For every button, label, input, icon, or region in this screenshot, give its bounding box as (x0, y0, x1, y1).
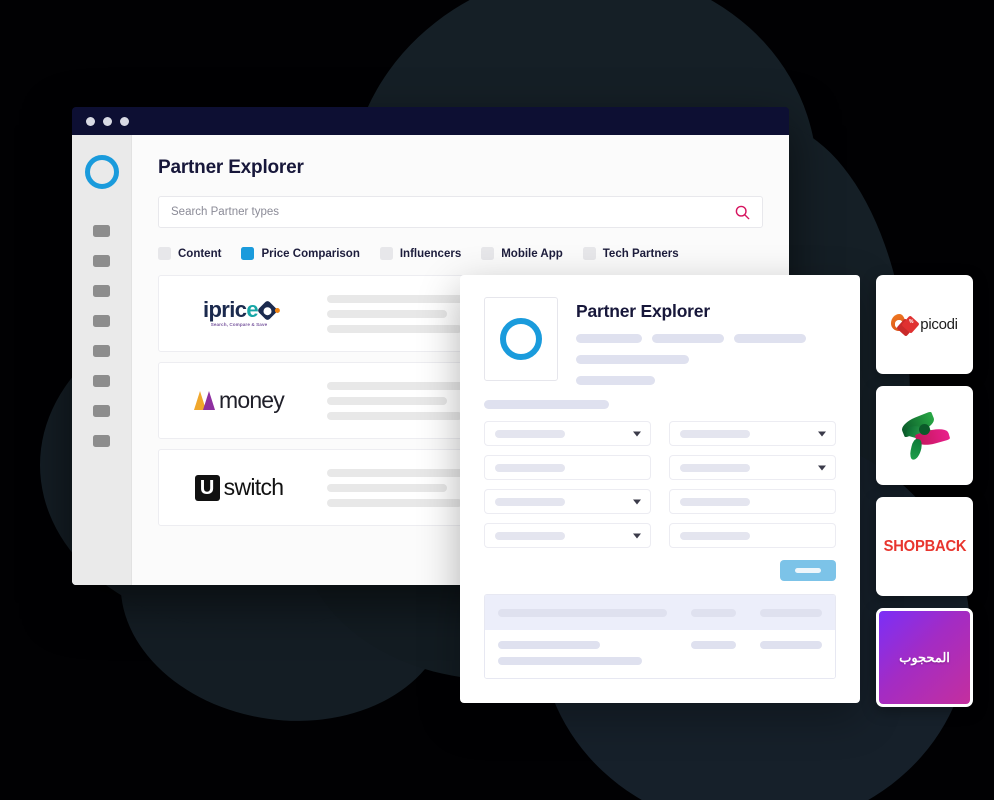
brand-ring-icon[interactable] (84, 155, 119, 189)
filter-price-comparison[interactable]: Price Comparison (241, 247, 360, 260)
uswitch-logo: U switch (179, 474, 299, 501)
iprice-tag-icon (256, 299, 281, 321)
checkbox-mobile-app[interactable] (481, 247, 495, 260)
form-input-6[interactable] (669, 489, 836, 514)
money-mark-icon (193, 391, 216, 410)
modal-header-text: Partner Explorer (576, 297, 836, 385)
partner-logo-cards: picodi SHOPBACK المحجوب (876, 275, 973, 707)
filter-label-content: Content (178, 247, 222, 260)
sidebar-item-6[interactable] (93, 375, 110, 387)
sidebar-item-8[interactable] (93, 435, 110, 447)
sidebar-item-5[interactable] (93, 345, 110, 357)
results-table-header (485, 595, 835, 630)
modal-title: Partner Explorer (576, 301, 710, 321)
sidebar-item-7[interactable] (93, 405, 110, 417)
window-close-dot[interactable] (86, 116, 95, 126)
page-title: Partner Explorer (158, 157, 304, 178)
modal-form (484, 421, 836, 548)
chevron-down-icon[interactable] (818, 465, 826, 470)
chevron-down-icon[interactable] (633, 499, 641, 504)
sidebar-nav (93, 225, 110, 447)
sidebar-item-3[interactable] (93, 285, 110, 297)
results-table (484, 594, 836, 679)
partner-card-picodi[interactable]: picodi (876, 275, 973, 374)
submit-button[interactable] (780, 560, 836, 581)
chevron-down-icon[interactable] (633, 533, 641, 538)
checkbox-content[interactable] (158, 247, 171, 260)
form-select-7[interactable] (484, 523, 651, 548)
form-input-8[interactable] (669, 523, 836, 548)
shopback-wordmark: SHOPBACK (883, 537, 966, 555)
sidebar-item-4[interactable] (93, 315, 110, 327)
checkbox-price-comparison[interactable] (241, 247, 255, 260)
modal-header: Partner Explorer (484, 297, 836, 385)
uswitch-wordmark: switch (223, 474, 284, 500)
window-titlebar (72, 107, 789, 135)
filter-label-mobile-app: Mobile App (501, 247, 563, 260)
results-table-row[interactable] (485, 630, 835, 678)
partner-card-arabic[interactable]: المحجوب (876, 608, 973, 707)
money-logo: money (179, 387, 299, 414)
chevron-down-icon[interactable] (633, 431, 641, 436)
search-icon[interactable] (735, 205, 750, 220)
sidebar (72, 135, 132, 585)
window-minimize-dot[interactable] (103, 116, 112, 126)
checkbox-tech-partners[interactable] (582, 247, 596, 260)
filter-content[interactable]: Content (158, 247, 221, 260)
filter-row: Content Price Comparison Influencers Mob… (158, 247, 763, 260)
search-input[interactable] (171, 206, 735, 218)
picodi-wordmark: picodi (920, 316, 958, 333)
iprice-tagline: Search, Compare & Save (210, 322, 268, 328)
modal-actions (484, 560, 836, 581)
modal-section-skeleton (484, 400, 609, 409)
submit-button-label (795, 568, 821, 573)
chevron-down-icon[interactable] (818, 431, 826, 436)
modal-skeleton-row-1 (576, 334, 836, 343)
filter-influencers[interactable]: Influencers (379, 247, 462, 260)
filter-label-price-comparison: Price Comparison (261, 247, 360, 260)
partner-card-hummingbird[interactable] (876, 386, 973, 485)
iprice-wordmark: iprice (202, 297, 259, 323)
money-wordmark: money (218, 387, 285, 413)
hummingbird-icon (898, 410, 951, 461)
partner-card-shopback[interactable]: SHOPBACK (876, 497, 973, 596)
brand-ring-icon (500, 318, 542, 360)
filter-tech-partners[interactable]: Tech Partners (582, 247, 679, 260)
filter-label-influencers: Influencers (399, 247, 462, 260)
form-select-5[interactable] (484, 489, 651, 514)
filter-label-tech-partners: Tech Partners (602, 247, 679, 260)
modal-skeleton-row-3 (576, 376, 836, 385)
partner-explorer-modal: Partner Explorer (460, 275, 860, 703)
checkbox-influencers[interactable] (379, 247, 393, 260)
window-maximize-dot[interactable] (120, 116, 129, 126)
form-select-2[interactable] (669, 421, 836, 446)
form-input-3[interactable] (484, 455, 651, 480)
arabic-wordmark: المحجوب (899, 649, 950, 665)
picodi-mark-icon (891, 313, 920, 337)
iprice-logo: iprice Search, Compare & Save (179, 299, 299, 328)
modal-skeleton-row-2 (576, 355, 836, 364)
form-select-1[interactable] (484, 421, 651, 446)
sidebar-item-1[interactable] (93, 225, 110, 237)
sidebar-item-2[interactable] (93, 255, 110, 267)
uswitch-u-mark: U (194, 474, 220, 501)
search-bar[interactable] (158, 196, 763, 228)
modal-logo-box (484, 297, 558, 381)
form-select-4[interactable] (669, 455, 836, 480)
filter-mobile-app[interactable]: Mobile App (481, 247, 563, 260)
